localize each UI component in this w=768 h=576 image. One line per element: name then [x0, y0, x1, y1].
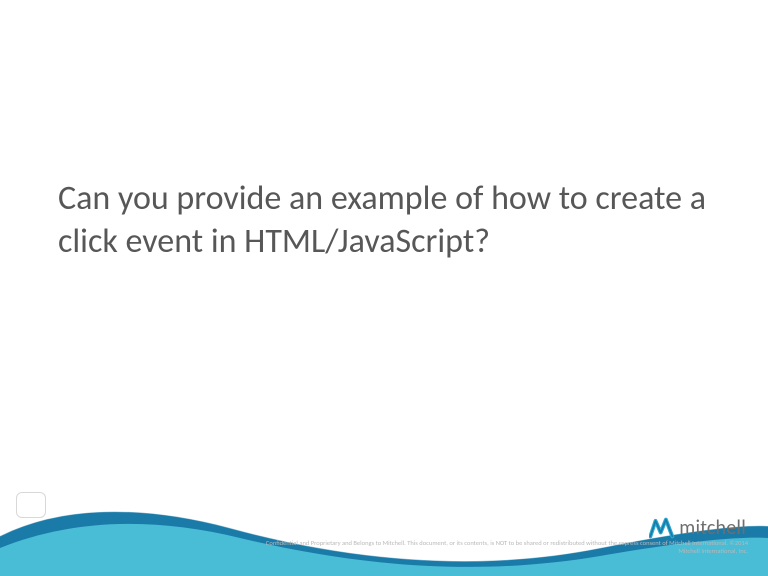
brand-logo: mitchell [649, 516, 746, 540]
slide-title: Can you provide an example of how to cre… [58, 178, 710, 263]
brand-logo-icon [649, 517, 675, 539]
slide: Can you provide an example of how to cre… [0, 0, 768, 576]
page-number-badge [16, 492, 46, 518]
brand-logo-text: mitchell [679, 516, 746, 540]
confidential-footer: Confidential and Proprietary and Belongs… [260, 540, 748, 556]
